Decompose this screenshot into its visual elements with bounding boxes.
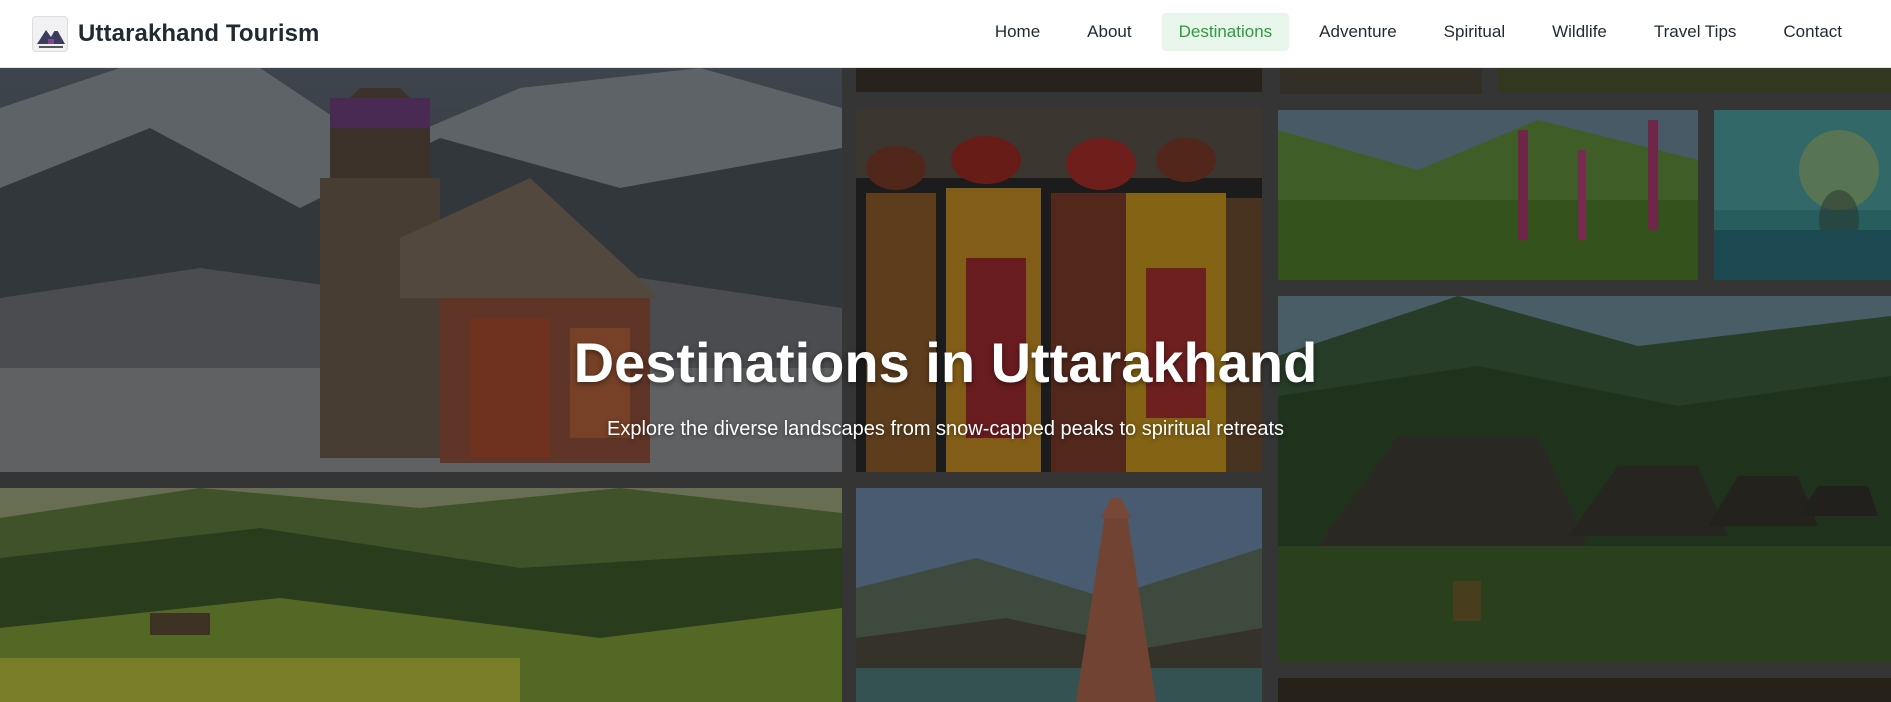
main-nav: Home About Destinations Adventure Spirit…	[965, 13, 1859, 51]
nav-travel-tips[interactable]: Travel Tips	[1637, 13, 1754, 51]
nav-contact[interactable]: Contact	[1766, 13, 1859, 51]
brand[interactable]: Uttarakhand Tourism	[32, 15, 320, 52]
hero-subtitle: Explore the diverse landscapes from snow…	[606, 418, 1284, 440]
nav-home[interactable]: Home	[978, 13, 1057, 51]
mountain-temple-logo-icon	[32, 15, 68, 52]
hero-banner: Destinations in Uttarakhand Explore the …	[0, 68, 1891, 702]
top-navbar: Uttarakhand Tourism Home About Destinati…	[0, 0, 1891, 68]
hero-text: Destinations in Uttarakhand Explore the …	[0, 68, 1891, 702]
brand-title: Uttarakhand Tourism	[78, 19, 320, 47]
nav-spiritual[interactable]: Spiritual	[1427, 13, 1522, 51]
nav-about[interactable]: About	[1070, 13, 1148, 51]
nav-destinations[interactable]: Destinations	[1161, 13, 1290, 51]
nav-wildlife[interactable]: Wildlife	[1535, 13, 1624, 51]
hero-title: Destinations in Uttarakhand	[573, 331, 1318, 394]
nav-adventure[interactable]: Adventure	[1302, 13, 1414, 51]
